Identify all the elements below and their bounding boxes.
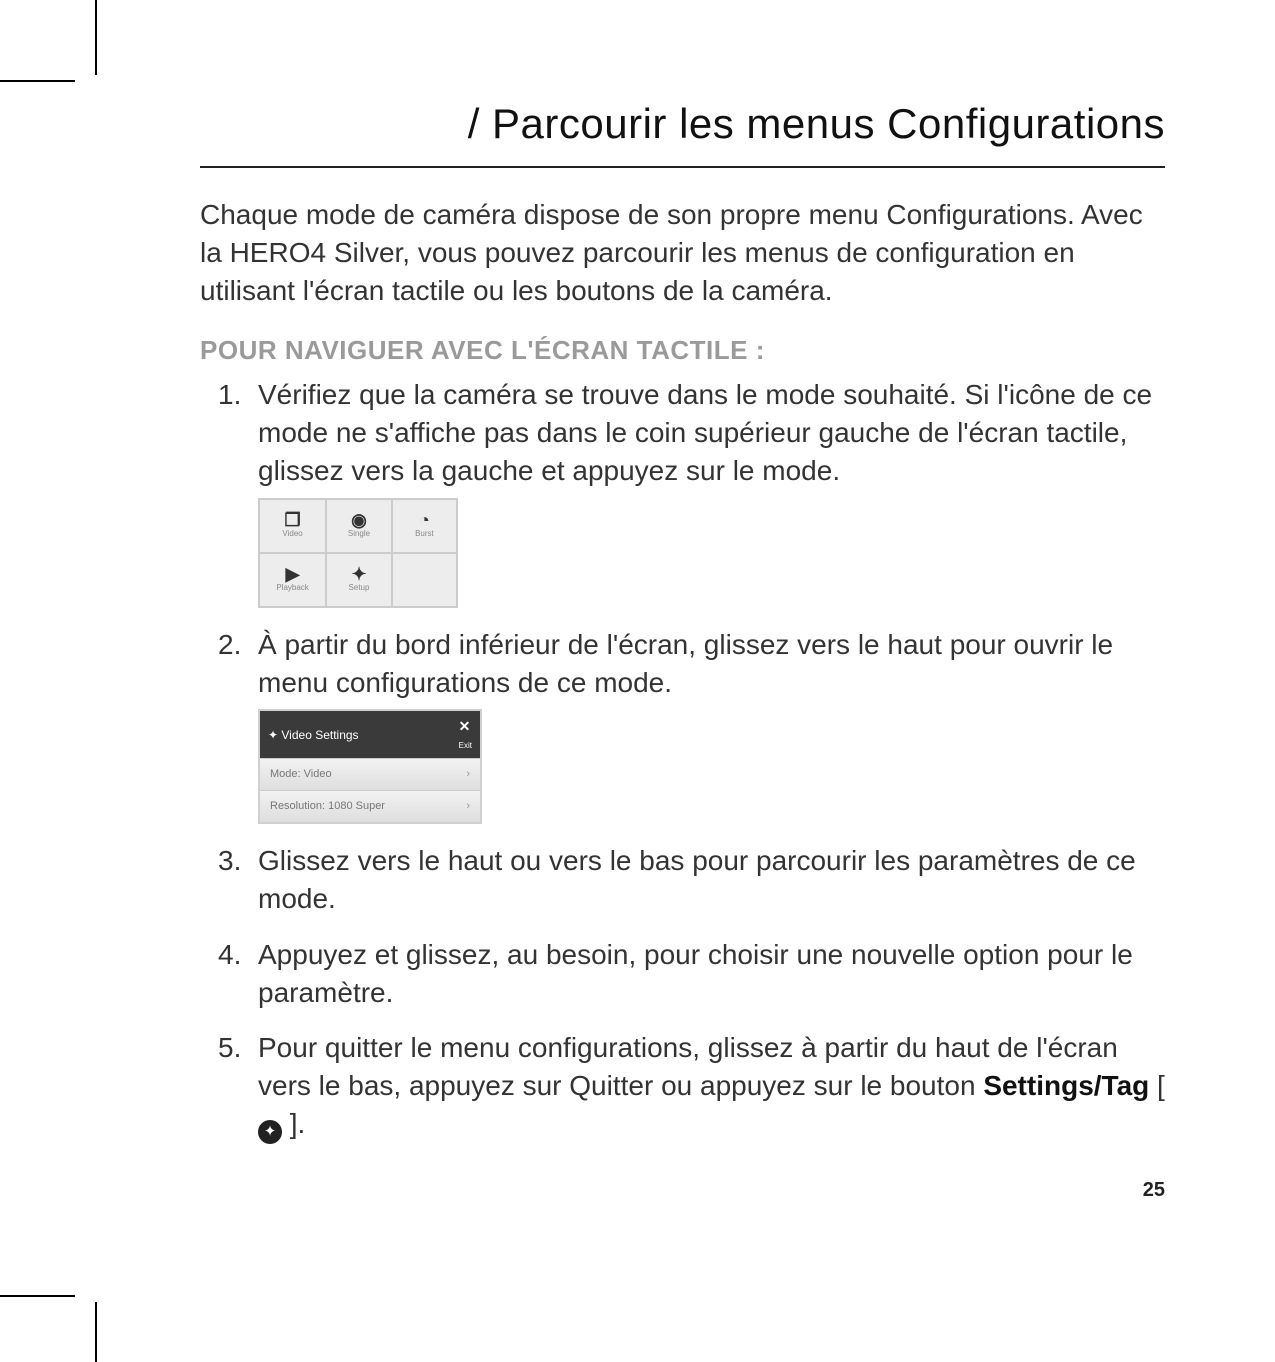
settings-tag-label: Settings/Tag bbox=[983, 1070, 1149, 1101]
settings-row-label: Resolution: 1080 Super bbox=[270, 799, 385, 814]
bracket-open: [ bbox=[1149, 1070, 1165, 1101]
mode-cell-setup: ✦ Setup bbox=[326, 553, 392, 607]
settings-panel-title: Video Settings bbox=[281, 728, 358, 742]
settings-panel-thumbnail: ✦ Video Settings ✕Exit Mode: Video › Res… bbox=[258, 709, 1165, 824]
page-number: 25 bbox=[1143, 1179, 1165, 1202]
crop-mark bbox=[0, 1295, 75, 1297]
tag-icon: ✦ bbox=[258, 1120, 282, 1144]
play-icon: ▶ bbox=[262, 565, 323, 583]
crop-mark bbox=[95, 1302, 97, 1362]
step-text: Appuyez et glissez, au besoin, pour choi… bbox=[258, 939, 1133, 1008]
step-text: À partir du bord inférieur de l'écran, g… bbox=[258, 629, 1113, 698]
mode-label: Video bbox=[282, 529, 302, 538]
page-title: / Parcourir les menus Configurations bbox=[200, 100, 1165, 168]
mode-grid: ❐ Video ◉ Single ◔ Burst bbox=[258, 498, 458, 608]
section-heading: POUR NAVIGUER AVEC L'ÉCRAN TACTILE : bbox=[200, 335, 1165, 366]
settings-panel-header: ✦ Video Settings ✕Exit bbox=[260, 711, 480, 758]
step-1: Vérifiez que la caméra se trouve dans le… bbox=[218, 376, 1165, 607]
burst-icon: ◔ bbox=[395, 511, 454, 529]
chevron-right-icon: › bbox=[466, 767, 470, 782]
step-4: Appuyez et glissez, au besoin, pour choi… bbox=[218, 936, 1165, 1012]
mode-cell-empty bbox=[392, 553, 457, 607]
mode-label: Burst bbox=[415, 529, 434, 538]
mode-cell-single: ◉ Single bbox=[326, 499, 392, 553]
camera-icon: ◉ bbox=[329, 511, 389, 529]
settings-panel: ✦ Video Settings ✕Exit Mode: Video › Res… bbox=[258, 709, 482, 824]
mode-cell-playback: ▶ Playback bbox=[259, 553, 326, 607]
step-3: Glissez vers le haut ou vers le bas pour… bbox=[218, 842, 1165, 918]
wrench-icon: ✦ bbox=[329, 565, 389, 583]
mode-label: Playback bbox=[276, 583, 308, 592]
mode-grid-thumbnail: ❐ Video ◉ Single ◔ Burst bbox=[258, 498, 1165, 608]
step-5: Pour quitter le menu configurations, gli… bbox=[218, 1029, 1165, 1144]
exit-icon: ✕Exit bbox=[459, 717, 472, 752]
crop-mark bbox=[0, 80, 75, 82]
settings-row-label: Mode: Video bbox=[270, 767, 332, 782]
intro-paragraph: Chaque mode de caméra dispose de son pro… bbox=[200, 196, 1165, 309]
step-text: Glissez vers le haut ou vers le bas pour… bbox=[258, 845, 1136, 914]
chevron-right-icon: › bbox=[466, 799, 470, 814]
video-icon: ❐ bbox=[262, 511, 323, 529]
crop-mark bbox=[95, 0, 97, 75]
page-content: / Parcourir les menus Configurations Cha… bbox=[200, 100, 1165, 1162]
mode-cell-burst: ◔ Burst bbox=[392, 499, 457, 553]
mode-label: Setup bbox=[349, 583, 370, 592]
bracket-close: ]. bbox=[282, 1108, 305, 1139]
mode-cell-video: ❐ Video bbox=[259, 499, 326, 553]
settings-row: Resolution: 1080 Super › bbox=[260, 790, 480, 822]
steps-list: Vérifiez que la caméra se trouve dans le… bbox=[218, 376, 1165, 1144]
step-text: Vérifiez que la caméra se trouve dans le… bbox=[258, 379, 1152, 486]
mode-label: Single bbox=[348, 529, 370, 538]
settings-row: Mode: Video › bbox=[260, 758, 480, 790]
step-2: À partir du bord inférieur de l'écran, g… bbox=[218, 626, 1165, 824]
manual-page: / Parcourir les menus Configurations Cha… bbox=[0, 0, 1275, 1362]
wrench-icon: ✦ Video Settings bbox=[268, 727, 359, 743]
